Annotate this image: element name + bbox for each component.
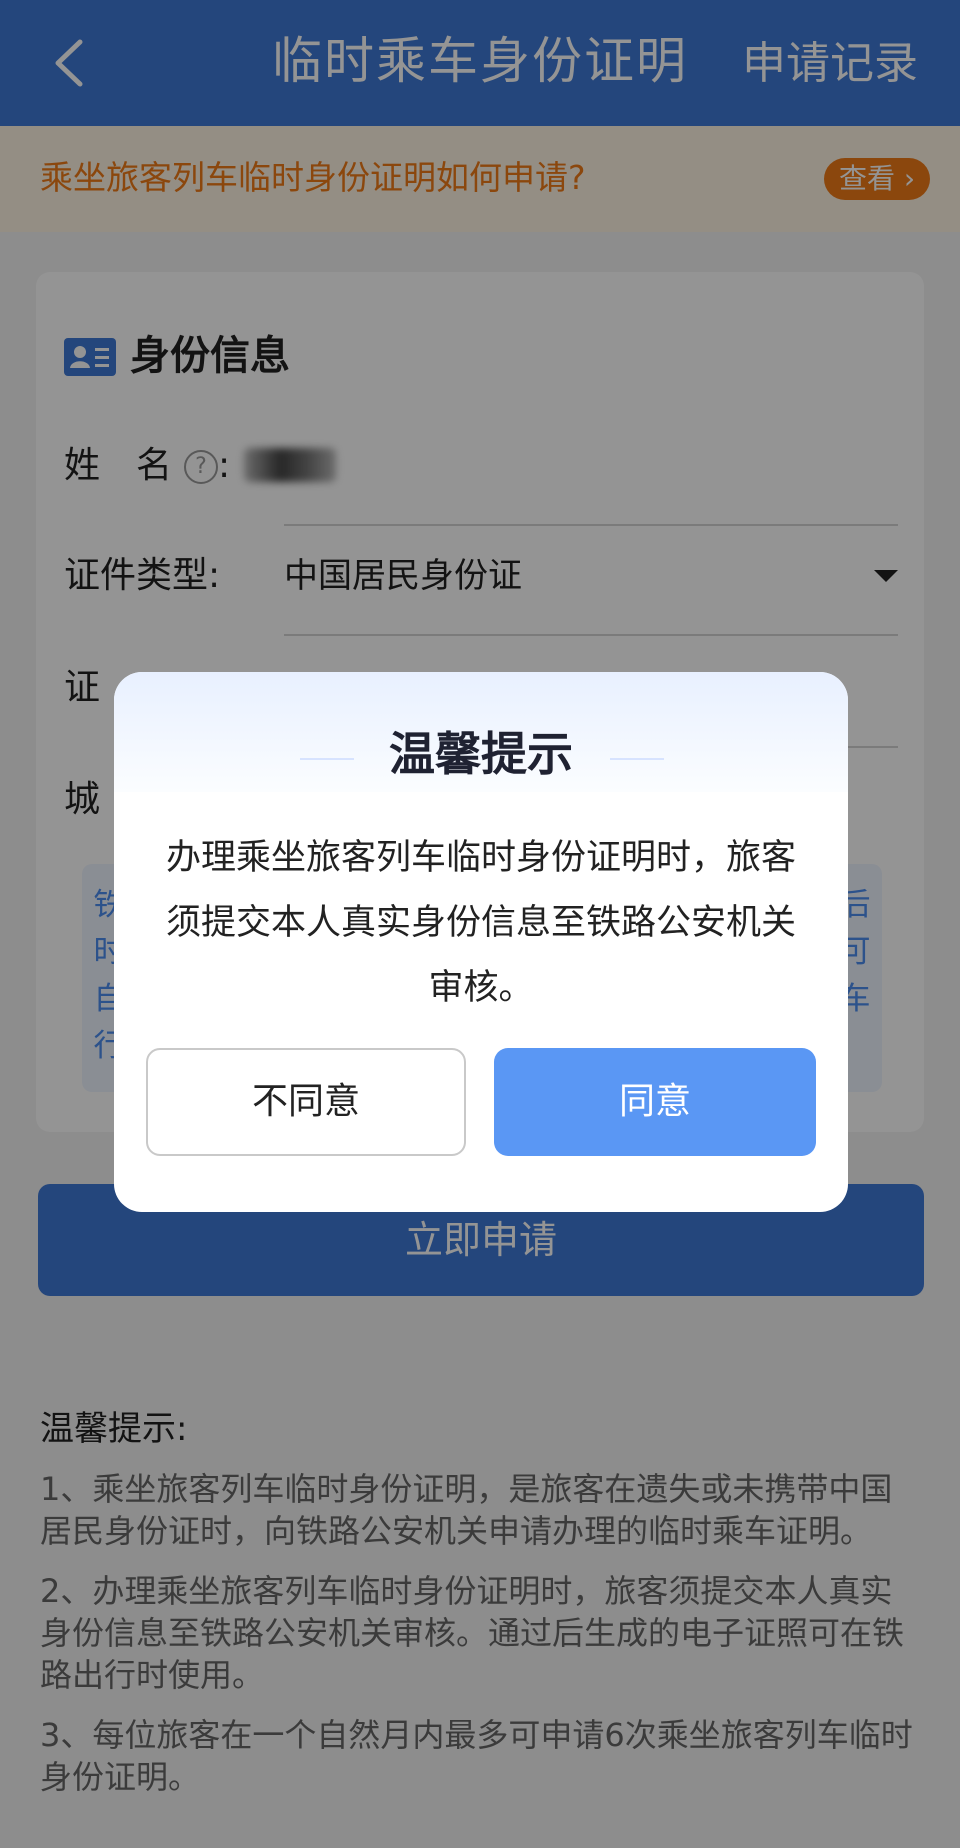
agree-button[interactable]: 同意 bbox=[494, 1048, 816, 1156]
dialog-message: 办理乘坐旅客列车临时身份证明时，旅客须提交本人真实身份信息至铁路公安机关审核。 bbox=[165, 838, 796, 1008]
dialog-title: 温馨提示 bbox=[389, 727, 573, 781]
reminder-dialog: 温馨提示 办理乘坐旅客列车临时身份证明时，旅客须提交本人真实身份信息至铁路公安机… bbox=[114, 672, 848, 1212]
disagree-button[interactable]: 不同意 bbox=[146, 1048, 466, 1156]
